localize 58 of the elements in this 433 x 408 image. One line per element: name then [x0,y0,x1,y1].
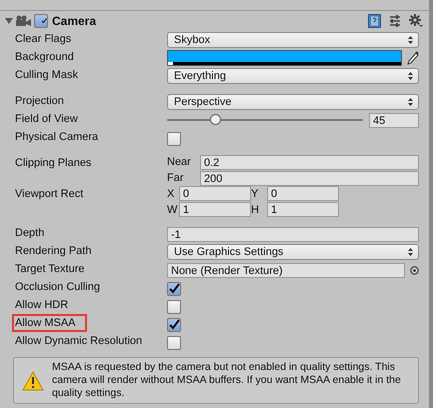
number-field[interactable]: 0 [179,186,251,201]
checkbox[interactable] [167,336,181,350]
object-field[interactable]: None (Render Texture) [167,262,405,278]
camera-icon [15,15,32,27]
number-field[interactable]: 45 [369,112,419,128]
checkbox[interactable] [34,14,48,28]
axis-label: X [167,188,176,200]
field-label: Background [15,51,74,63]
expand-arrow-icon[interactable] [5,17,13,25]
checkbox[interactable] [167,132,181,146]
updown-arrow-icon [408,248,413,256]
number-field[interactable]: 1 [267,202,339,217]
preset-sliders-icon[interactable] [389,15,401,27]
axis-label: Far [167,171,184,186]
checkbox[interactable] [167,282,181,296]
number-field[interactable]: 1 [179,202,251,217]
color-field[interactable] [167,50,402,66]
field-label: Allow Dynamic Resolution [15,335,142,347]
slider[interactable] [167,113,363,127]
number-field[interactable]: 0 [267,186,339,201]
checkbox[interactable] [167,300,181,314]
check-icon [168,283,180,295]
field-label: Field of View [15,113,78,125]
axis-label: Near [167,155,192,170]
field-label: Viewport Rect [15,188,84,200]
axis-label: W [167,204,178,216]
warning-message: MSAA is requested by the camera but not enabled in quality settings. This camera will render without MSAA buffers. If you want MSAA enable it in the quality settings. [52,361,402,400]
field-label: Projection [15,95,64,107]
field-label: Clear Flags [15,33,72,45]
field-label: Target Texture [15,263,85,275]
field-label: Physical Camera [15,131,98,143]
updown-arrow-icon [408,98,413,106]
warning-icon [22,370,44,390]
check-icon [168,319,180,331]
dropdown[interactable]: Everything [167,68,419,84]
help-book-icon[interactable] [368,14,381,28]
field-label: Clipping Planes [15,157,92,169]
field-label: Allow MSAA [15,317,84,329]
object-picker-icon[interactable] [410,266,419,274]
axis-label: H [251,204,260,216]
eyedropper-icon[interactable] [407,51,419,65]
field-label: Rendering Path [15,245,92,257]
dropdown[interactable]: Skybox [167,32,419,48]
dropdown[interactable]: Perspective [167,94,419,110]
updown-arrow-icon [408,36,413,44]
dropdown[interactable]: Use Graphics Settings [167,244,419,260]
field-label: Culling Mask [15,69,78,81]
number-field[interactable]: -1 [167,226,419,242]
number-field[interactable]: 200 [200,171,419,186]
settings-icon[interactable] [409,14,423,28]
field-label: Occlusion Culling [15,281,100,293]
axis-label: Y [251,188,260,200]
field-label: Depth [15,227,44,239]
field-label: Allow HDR [15,299,68,311]
updown-arrow-icon [408,72,413,80]
component-title: Camera [52,14,96,28]
checkbox[interactable] [167,318,181,332]
number-field[interactable]: 0.2 [200,155,419,170]
